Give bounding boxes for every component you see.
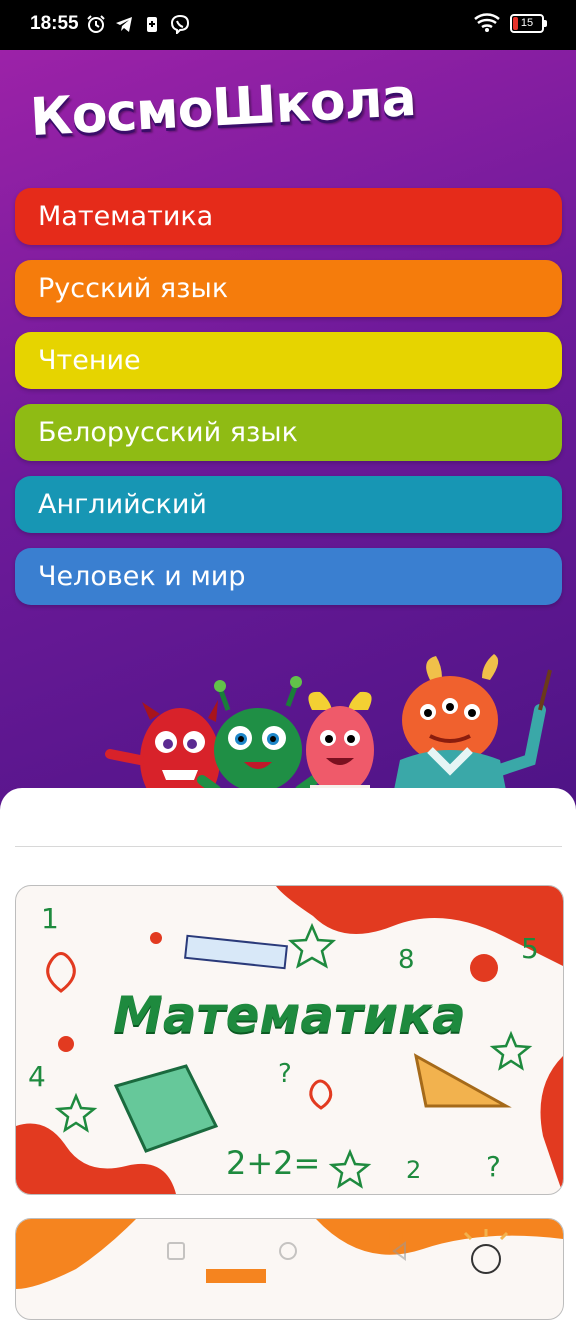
- subject-button-belarusian[interactable]: Белорусский язык: [15, 404, 562, 461]
- deco-digit-4: 4: [28, 1060, 46, 1093]
- deco-digit-5: 5: [521, 932, 539, 965]
- featured-card-math[interactable]: 1 5 8 4 ? 2+2= 2 ? Математика: [15, 885, 564, 1195]
- green-monster-illustration: [197, 676, 319, 795]
- deco-digit-2: 2: [406, 1156, 421, 1184]
- nav-recents-icon[interactable]: [165, 1240, 187, 1262]
- status-time: 18:55: [30, 13, 79, 34]
- subject-button-english[interactable]: Английский: [15, 476, 562, 533]
- system-nav-bar: [0, 1222, 576, 1280]
- subject-button-russian[interactable]: Русский язык: [15, 260, 562, 317]
- status-icons: [86, 14, 190, 34]
- deco-digit-1: 1: [41, 902, 59, 935]
- nav-back-icon[interactable]: [389, 1240, 411, 1262]
- wifi-icon: [474, 13, 500, 32]
- app-logo: КосмоШкола: [28, 67, 418, 149]
- orange-monster-illustration: [390, 654, 552, 810]
- divider: [15, 846, 562, 847]
- content-sheet: 1 5 8 4 ? 2+2= 2 ? Математика: [0, 788, 576, 1320]
- battery-saver-icon: [147, 17, 157, 32]
- subject-button-math[interactable]: Математика: [15, 188, 562, 245]
- alarm-icon: [87, 15, 105, 33]
- deco-question-1: ?: [278, 1059, 292, 1089]
- subject-menu: Математика Русский язык Чтение Белорусск…: [15, 188, 562, 620]
- featured-card-title: Математика: [113, 986, 466, 1044]
- telegram-icon: [116, 17, 132, 32]
- monsters-illustration: [105, 654, 552, 810]
- subject-button-reading[interactable]: Чтение: [15, 332, 562, 389]
- hero-panel: КосмоШкола Математика Русский язык Чтени…: [0, 50, 576, 810]
- deco-question-2: ?: [486, 1150, 501, 1183]
- battery-indicator: 15: [510, 13, 547, 33]
- status-right: 15: [474, 13, 547, 33]
- deco-digit-8: 8: [398, 945, 415, 975]
- status-bar: 18:55 15: [0, 0, 576, 50]
- subject-button-human-world[interactable]: Человек и мир: [15, 548, 562, 605]
- nav-home-icon[interactable]: [277, 1240, 299, 1262]
- viber-icon: [170, 14, 190, 34]
- deco-equation: 2+2=: [226, 1144, 320, 1182]
